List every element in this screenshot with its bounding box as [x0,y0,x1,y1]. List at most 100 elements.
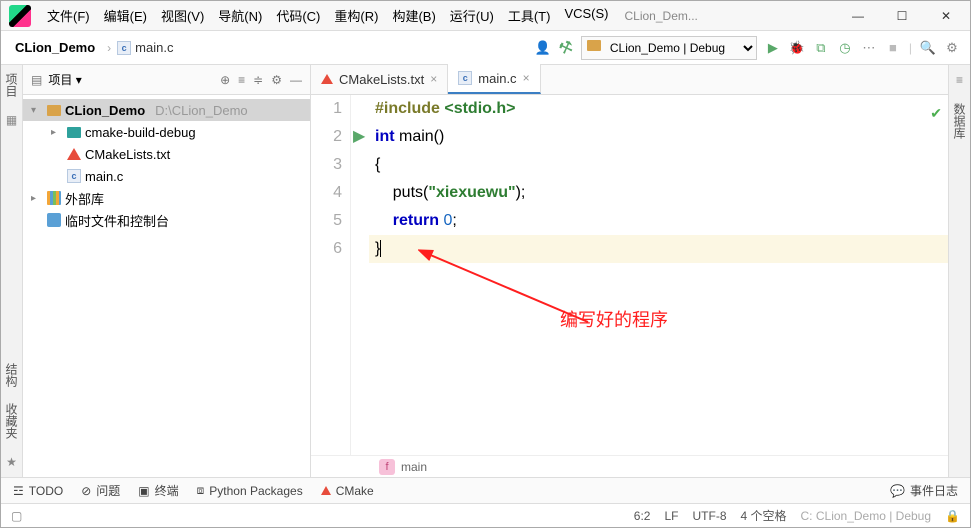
run-button[interactable]: ▶ [765,40,781,56]
expand-arrow-icon[interactable]: ▸ [31,193,43,204]
run-config-selector[interactable]: CLion_Demo | Debug [581,36,757,60]
c-file-icon: c [458,71,472,85]
tab-close-icon[interactable]: × [430,72,437,86]
tree-scratches[interactable]: 临时文件和控制台 [23,209,310,231]
hide-panel-icon[interactable]: — [290,73,302,87]
close-button[interactable]: ✕ [924,2,968,30]
menu-vcs[interactable]: VCS(S) [558,2,614,29]
coverage-button[interactable]: ⧉ [813,40,829,56]
tab-close-icon[interactable]: × [523,71,530,85]
menu-tools[interactable]: 工具(T) [502,2,557,29]
breadcrumb-sep-icon: › [107,41,111,55]
tab-cmakelists[interactable]: CMakeLists.txt × [311,64,448,94]
editor-breadcrumb: f main [311,455,948,477]
tree-item-label: 临时文件和控制台 [65,211,169,230]
status-caret-pos[interactable]: 6:2 [634,509,651,523]
source-code[interactable]: #include <stdio.h> int main() { puts("xi… [375,95,948,263]
tool-tab-database[interactable]: 数据库 [951,103,968,139]
expand-arrow-icon[interactable]: ▾ [31,105,43,116]
window-title: CLion_Dem... [625,9,698,23]
tree-item-main-c[interactable]: c main.c [23,165,310,187]
menu-edit[interactable]: 编辑(E) [98,2,153,29]
run-gutter-icon[interactable]: ▶ [351,128,365,145]
tool-problems[interactable]: ⊘问题 [81,482,120,499]
breadcrumb-file[interactable]: c main.c [117,40,173,55]
breadcrumb-function[interactable]: main [401,460,427,474]
code-editor[interactable]: 123456 ▶ #include <stdio.h> int main() {… [311,95,948,455]
editor-tabs: CMakeLists.txt × c main.c × [311,65,948,95]
problems-icon: ⊘ [81,484,91,498]
eventlog-icon: 💬 [890,484,905,498]
menu-refactor[interactable]: 重构(R) [328,2,384,29]
collapse-all-icon[interactable]: ≑ [253,73,263,87]
menu-nav[interactable]: 导航(N) [212,2,268,29]
run-config-select[interactable]: CLion_Demo | Debug [581,36,757,60]
cmake-icon [321,486,331,495]
tree-item-cmakelists[interactable]: CMakeLists.txt [23,143,310,165]
status-lock-icon[interactable]: 🔒 [945,509,960,523]
tool-tab-structure[interactable]: 结构 [3,363,20,387]
tab-label: main.c [478,71,516,86]
editor-area: CMakeLists.txt × c main.c × 123456 ▶ #in… [311,65,948,477]
menu-view[interactable]: 视图(V) [155,2,210,29]
right-tool-strip: ≡ 数据库 [948,65,970,477]
debug-button[interactable]: 🐞 [789,40,805,56]
panel-settings-icon[interactable]: ⚙ [271,73,282,87]
tree-root[interactable]: ▾ CLion_Demo D:\CLion_Demo [23,99,310,121]
tree-item-label: main.c [85,169,123,184]
settings-button[interactable]: ⚙ [944,40,960,56]
project-view-icon[interactable]: ▤ [31,73,42,87]
breadcrumb-root[interactable]: CLion_Demo [9,40,101,55]
cmake-file-icon [67,148,81,160]
scratch-icon [47,213,61,227]
tool-terminal[interactable]: ▣终端 [138,482,178,499]
tree-item-label: CMakeLists.txt [85,147,170,162]
status-indent[interactable]: 4 个空格 [741,507,787,524]
bookmark-star-icon[interactable]: ★ [6,455,17,469]
function-icon: f [379,459,395,475]
profile-button[interactable]: ◷ [837,40,853,56]
menu-run[interactable]: 运行(U) [444,2,500,29]
tree-external-libraries[interactable]: ▸ 外部库 [23,187,310,209]
project-panel-title[interactable]: 项目 ▾ [48,71,81,88]
build-button[interactable]: ⚒ [556,36,576,60]
tool-tab-bookmarks[interactable]: 收藏夹 [3,403,20,439]
add-user-icon[interactable]: 👤 [535,40,551,56]
minimize-button[interactable]: — [836,2,880,30]
maximize-button[interactable]: ☐ [880,2,924,30]
project-tree[interactable]: ▾ CLion_Demo D:\CLion_Demo ▸ cmake-build… [23,95,310,235]
line-numbers: 123456 [311,95,351,455]
tool-todo[interactable]: ☲TODO [13,484,63,498]
attach-button[interactable]: ⋯ [861,40,877,56]
left-tool-strip: 项目 ▦ 结构 收藏夹 ★ [1,65,23,477]
stop-button[interactable]: ■ [885,40,901,56]
menu-build[interactable]: 构建(B) [386,2,441,29]
menu-code[interactable]: 代码(C) [270,2,326,29]
tool-cmake[interactable]: CMake [321,484,374,498]
select-opened-file-icon[interactable]: ⊕ [220,73,230,87]
status-encoding[interactable]: UTF-8 [693,509,727,523]
search-everywhere-button[interactable]: 🔍 [920,40,936,56]
library-icon [47,191,61,205]
tool-python-packages[interactable]: ⧈Python Packages [197,483,303,498]
expand-all-icon[interactable]: ≡ [238,73,245,87]
project-folder-icon[interactable]: ▦ [6,113,17,127]
tool-tab-project[interactable]: 项目 [3,73,20,97]
status-context[interactable]: C: CLion_Demo | Debug [801,509,932,523]
tree-item-build-dir[interactable]: ▸ cmake-build-debug [23,121,310,143]
tab-main-c[interactable]: c main.c × [448,64,540,94]
status-bar: ▢ 6:2 LF UTF-8 4 个空格 C: CLion_Demo | Deb… [1,503,970,527]
menu-file[interactable]: 文件(F) [41,2,96,29]
expand-arrow-icon[interactable]: ▸ [51,127,63,138]
database-icon[interactable]: ≡ [956,73,963,87]
tree-root-path: D:\CLion_Demo [155,103,248,118]
tree-item-label: 外部库 [65,189,104,208]
status-line-ending[interactable]: LF [664,509,678,523]
status-rect-icon[interactable]: ▢ [11,509,22,523]
folder-icon [67,127,81,138]
todo-icon: ☲ [13,484,24,498]
tool-event-log[interactable]: 💬事件日志 [890,482,958,499]
tool-window-bar: ☲TODO ⊘问题 ▣终端 ⧈Python Packages CMake 💬事件… [1,477,970,503]
project-panel: ▤ 项目 ▾ ⊕ ≡ ≑ ⚙ — ▾ CLion_Demo D:\CLion_D… [23,65,311,477]
tab-label: CMakeLists.txt [339,72,424,87]
